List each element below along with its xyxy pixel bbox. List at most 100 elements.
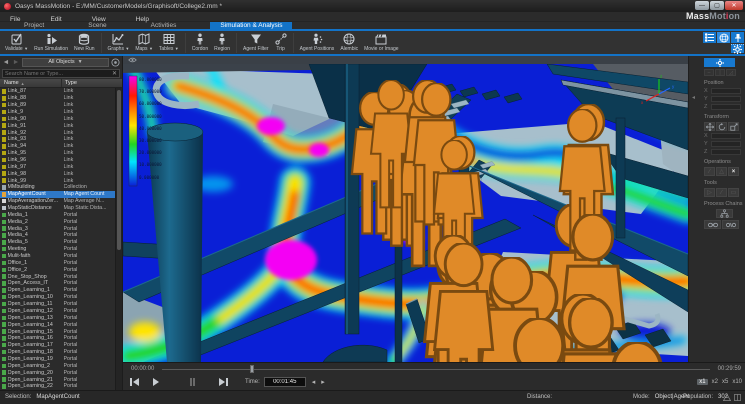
timeline-track[interactable] [162,363,709,375]
table-row[interactable]: Open_Learning_18Portal [0,349,122,356]
close-button[interactable]: ✕ [725,1,743,10]
translate-button[interactable] [704,122,715,131]
table-row[interactable]: Open_Learning_16Portal [0,335,122,342]
table-row[interactable]: Link_9Link [0,109,122,116]
transform-z-field[interactable] [711,149,741,155]
table-row[interactable]: Link_93Link [0,136,122,143]
toolbar-button-cordon[interactable]: Cordon [189,31,211,54]
table-row[interactable]: Link_90Link [0,115,122,122]
table-row[interactable]: Link_98Link [0,170,122,177]
table-row[interactable]: Open_Learning_11Portal [0,301,122,308]
position-z-field[interactable] [711,104,741,110]
toolbar-button-region[interactable]: Region [211,31,233,54]
triangulate-operation-button[interactable]: △ [716,167,727,176]
table-row[interactable]: Office_1Portal [0,259,122,266]
scene-list-toggle-button[interactable] [703,32,716,43]
visibility-eye-icon[interactable] [128,57,137,63]
table-row[interactable]: Link_88Link [0,95,122,102]
table-row[interactable]: Mulit-faithPortal [0,253,122,260]
table-row[interactable]: Link_87Link [0,88,122,95]
table-row[interactable]: Open_Learning_14Portal [0,321,122,328]
table-row[interactable]: Media_5Portal [0,239,122,246]
table-row[interactable]: Link_96Link [0,157,122,164]
toolbar-button-trip[interactable]: Trip [272,31,290,54]
pin-panel-button[interactable] [731,32,744,43]
tab-simulation-analysis[interactable]: Simulation & Analysis [210,22,292,29]
toolbar-button-agent-positions[interactable]: Agent Positions [297,31,338,54]
menu-item-file[interactable]: File [6,16,24,23]
settings-button[interactable] [704,58,735,67]
table-row[interactable]: Link_99Link [0,177,122,184]
table-row[interactable]: Media_1Portal [0,211,122,218]
table-row[interactable]: MapAgentCountMap Agent Count [0,191,122,198]
menu-item-edit[interactable]: Edit [46,16,65,23]
position-x-field[interactable] [711,88,741,94]
clear-search-icon[interactable]: ✕ [110,70,119,77]
frame-tool-button[interactable]: ▭ [728,188,739,197]
table-row[interactable]: Open_Learning_20Portal [0,369,122,376]
history-back-button[interactable]: ◄ [2,59,10,66]
table-row[interactable]: Media_3Portal [0,225,122,232]
toolbar-button-graphs[interactable]: Graphs ▼ [105,31,133,54]
timeline-handle[interactable] [250,365,254,373]
tool-button-3[interactable]: ◿ [726,69,736,76]
speed-button-x2[interactable]: x2 [712,379,718,385]
table-row[interactable]: Open_Learning_1Portal [0,287,122,294]
transform-x-field[interactable] [711,133,741,139]
table-row[interactable]: Link_95Link [0,150,122,157]
toolbar-button-agent-filter[interactable]: Agent Filter [240,31,272,54]
skip-to-start-button[interactable] [127,376,142,388]
menu-item-help[interactable]: Help [132,16,153,23]
table-row[interactable]: Open_Learning_19Portal [0,356,122,363]
delete-operation-button[interactable]: × [728,167,739,176]
toolbar-button-validate[interactable]: Validate ▼ [2,31,31,54]
speed-button-x1[interactable]: x1 [697,379,707,385]
link-chain-button[interactable] [704,220,721,229]
rotate-button[interactable] [716,122,727,131]
chain-tree-button[interactable] [716,209,733,218]
speed-button-x10[interactable]: x10 [732,379,742,385]
table-row[interactable]: MMbuildingCollection [0,184,122,191]
minimize-button[interactable]: — [695,1,709,10]
measure-tool-button[interactable]: ∕ [716,188,727,197]
table-row[interactable]: Open_Learning_17Portal [0,342,122,349]
column-header-name[interactable]: Name▲ [0,79,62,87]
toolbar-button-alembic[interactable]: Alembic [337,31,361,54]
pause-button[interactable] [185,376,200,388]
scale-button[interactable] [728,122,739,131]
viewport-3d[interactable]: z x y 80.00000070.00000060.00000050.0000… [123,56,688,362]
table-row[interactable]: Open_Learning_12Portal [0,308,122,315]
collapse-panel-icon[interactable]: ◂ [692,94,695,101]
menu-item-view[interactable]: View [88,16,110,23]
table-row[interactable]: Office_2Portal [0,266,122,273]
table-row[interactable]: Link_97Link [0,163,122,170]
table-row[interactable]: Link_92Link [0,129,122,136]
view-settings-button[interactable] [731,44,744,53]
table-row[interactable]: Link_91Link [0,122,122,129]
toolbar-button-movie-or-image[interactable]: Movie or Image [361,31,401,54]
unlink-chain-button[interactable] [722,220,739,229]
search-input[interactable] [3,71,110,77]
time-step-forward-button[interactable]: ▸ [321,379,325,386]
edit-operation-button[interactable]: ∕ [704,167,715,176]
table-row[interactable]: Open_Learning_2Portal [0,362,122,369]
table-row[interactable]: Open_Learning_15Portal [0,328,122,335]
table-row[interactable]: Media_4Portal [0,232,122,239]
toolbar-button-run-simulation[interactable]: Run Simulation [31,31,71,54]
toolbar-button-tables[interactable]: Tables ▼ [156,31,182,54]
time-input[interactable] [264,377,306,387]
table-row[interactable]: Open_Access_ITPortal [0,280,122,287]
position-y-field[interactable] [711,96,741,102]
transform-y-field[interactable] [711,141,741,147]
filter-settings-icon[interactable] [111,58,120,67]
tool-button-1[interactable]: – [704,69,714,76]
column-header-type[interactable]: Type [62,79,122,87]
skip-to-end-button[interactable] [216,376,231,388]
table-row[interactable]: Open_Learning_13Portal [0,314,122,321]
toolbar-button-new-run[interactable]: New Run [71,31,98,54]
table-row[interactable]: Open_Learning_10Portal [0,294,122,301]
tool-button-2[interactable]: | [715,69,725,76]
table-row[interactable]: One_Stop_ShopPortal [0,273,122,280]
list-scrollbar[interactable] [115,88,122,390]
table-row[interactable]: Link_94Link [0,143,122,150]
